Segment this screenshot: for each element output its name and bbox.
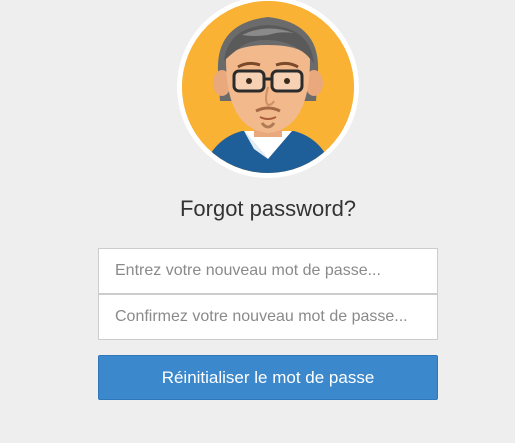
page-title: Forgot password? [179,196,357,221]
confirm-password-field[interactable] [98,294,438,340]
reset-password-button[interactable]: Réinitialiser le mot de passe [98,355,438,400]
forgot-password-page: Forgot password? Réinitialiser le mot de… [0,0,515,443]
new-password-field[interactable] [98,248,438,294]
user-avatar-icon [182,1,354,173]
avatar [182,1,354,173]
